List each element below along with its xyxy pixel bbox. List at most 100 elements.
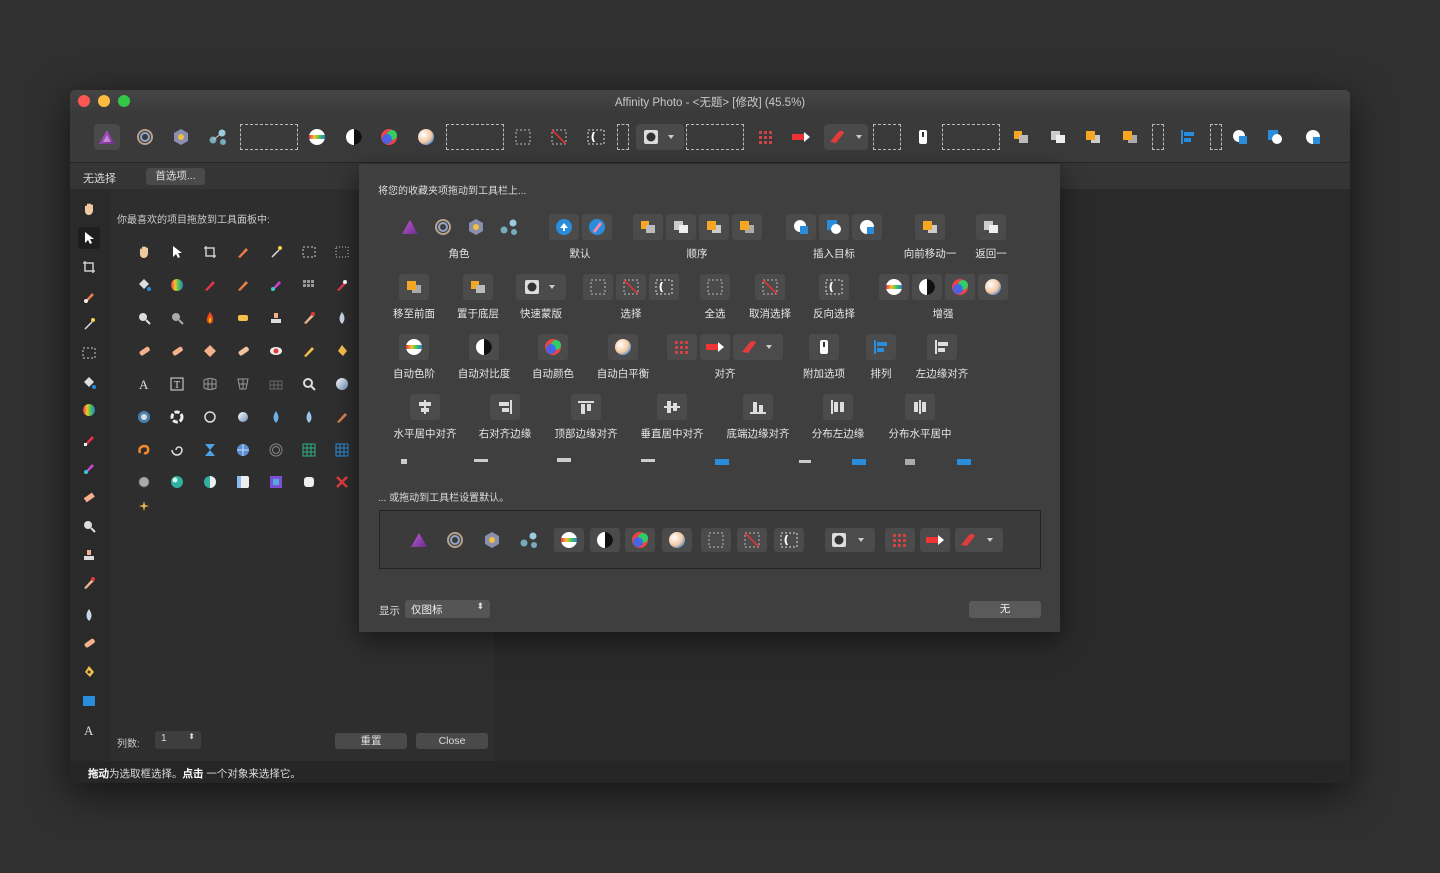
ring-icon[interactable] bbox=[199, 406, 221, 428]
swirl-icon[interactable] bbox=[133, 439, 155, 461]
insert-behind-icon[interactable] bbox=[1227, 124, 1253, 150]
gradient-icon[interactable] bbox=[166, 274, 188, 296]
rectangle-tool-icon[interactable] bbox=[78, 690, 100, 712]
persona-export-icon[interactable] bbox=[514, 528, 544, 552]
close-panel-button[interactable]: Close bbox=[416, 733, 488, 749]
sphere-alt-icon[interactable] bbox=[199, 471, 221, 493]
auto-contrast-icon[interactable] bbox=[341, 124, 367, 150]
quick-mask-button[interactable] bbox=[825, 528, 875, 552]
colour-brush-icon[interactable] bbox=[265, 274, 287, 296]
move-to-front-icon[interactable] bbox=[1117, 124, 1143, 150]
healing-brush-icon[interactable] bbox=[78, 632, 100, 654]
persona-photo-icon[interactable] bbox=[94, 124, 120, 150]
magic-wand-icon[interactable] bbox=[78, 313, 100, 335]
selection-brush-icon[interactable] bbox=[78, 286, 100, 308]
artistic-text-icon[interactable]: A bbox=[133, 373, 155, 395]
grid-icon[interactable] bbox=[298, 439, 320, 461]
align-grid-icon[interactable] bbox=[753, 124, 779, 150]
inpainting-icon[interactable] bbox=[232, 340, 254, 362]
toolbar-item[interactable]: 左边缘对齐 bbox=[842, 334, 1042, 381]
pinch-icon[interactable] bbox=[199, 439, 221, 461]
smudge-tool-icon[interactable] bbox=[78, 572, 100, 594]
move-tool-icon[interactable] bbox=[78, 227, 100, 249]
invert-selection-icon[interactable] bbox=[774, 528, 804, 552]
rings-icon[interactable] bbox=[265, 439, 287, 461]
crop-tool-icon[interactable] bbox=[78, 256, 100, 278]
twirl-icon[interactable] bbox=[166, 439, 188, 461]
healing-brush-icon[interactable] bbox=[133, 340, 155, 362]
ellipse-marquee-icon[interactable] bbox=[331, 241, 353, 263]
crop-icon[interactable] bbox=[199, 241, 221, 263]
move-to-back-icon[interactable] bbox=[1008, 124, 1034, 150]
rounded-icon[interactable] bbox=[298, 471, 320, 493]
persona-photo-icon[interactable] bbox=[404, 528, 434, 552]
snap-icon[interactable] bbox=[788, 124, 814, 150]
dodge-icon[interactable] bbox=[133, 307, 155, 329]
reset-button[interactable]: 重置 bbox=[335, 733, 407, 749]
frame-icon[interactable] bbox=[265, 471, 287, 493]
sparkle-brush-icon[interactable] bbox=[133, 495, 155, 517]
red-eye-icon[interactable] bbox=[265, 340, 287, 362]
drop-outline-icon[interactable] bbox=[298, 406, 320, 428]
auto-levels-icon[interactable] bbox=[304, 124, 330, 150]
persona-liquify-icon[interactable] bbox=[132, 124, 158, 150]
mesh-grid-icon[interactable] bbox=[265, 373, 287, 395]
snapping-options-button[interactable] bbox=[824, 124, 868, 150]
auto-colour-icon[interactable] bbox=[376, 124, 402, 150]
auto-colour-icon[interactable] bbox=[625, 528, 655, 552]
select-all-icon[interactable] bbox=[510, 124, 536, 150]
perspective-icon[interactable] bbox=[232, 373, 254, 395]
snapping-options-button[interactable] bbox=[955, 528, 1003, 552]
square-icon[interactable] bbox=[232, 471, 254, 493]
none-button[interactable]: 无 bbox=[969, 601, 1041, 618]
align-left-icon[interactable] bbox=[1175, 124, 1201, 150]
insert-inside-icon[interactable] bbox=[1262, 124, 1288, 150]
more-options-icon[interactable] bbox=[910, 124, 936, 150]
auto-levels-icon[interactable] bbox=[554, 528, 584, 552]
flood-fill-icon[interactable] bbox=[78, 372, 100, 394]
auto-white-balance-icon[interactable] bbox=[662, 528, 692, 552]
healing-brush-icon[interactable] bbox=[166, 340, 188, 362]
rect-marquee-icon[interactable] bbox=[298, 241, 320, 263]
marquee-tool-icon[interactable] bbox=[78, 342, 100, 364]
globe-icon[interactable] bbox=[232, 439, 254, 461]
insert-top-icon[interactable] bbox=[1300, 124, 1326, 150]
drop-icon[interactable] bbox=[265, 406, 287, 428]
persona-develop-icon[interactable] bbox=[168, 124, 194, 150]
clone-icon[interactable] bbox=[265, 307, 287, 329]
blob-icon[interactable] bbox=[232, 406, 254, 428]
toolbar-item[interactable]: 分布水平居中 bbox=[820, 394, 1020, 441]
hand-tool-icon[interactable] bbox=[78, 198, 100, 220]
toolbar-item[interactable]: 增强 bbox=[843, 274, 1043, 321]
columns-stepper[interactable]: 1 ⬍ bbox=[155, 731, 201, 749]
sphere-icon[interactable] bbox=[166, 471, 188, 493]
deselect-icon[interactable] bbox=[546, 124, 572, 150]
magic-wand-icon[interactable] bbox=[265, 241, 287, 263]
flood-fill-icon[interactable] bbox=[133, 274, 155, 296]
dodge-tool-icon[interactable] bbox=[78, 515, 100, 537]
erase-brush-icon[interactable] bbox=[78, 486, 100, 508]
persona-develop-icon[interactable] bbox=[477, 528, 507, 552]
persona-liquify-icon[interactable] bbox=[440, 528, 470, 552]
move-icon[interactable] bbox=[166, 241, 188, 263]
text-tool-icon[interactable]: A bbox=[78, 719, 100, 741]
auto-contrast-icon[interactable] bbox=[590, 528, 620, 552]
toolbar-item[interactable]: 返回一 bbox=[891, 214, 1091, 261]
pixel-brush-icon[interactable] bbox=[232, 274, 254, 296]
gradient-tool-icon[interactable] bbox=[78, 399, 100, 421]
selection-brush-icon[interactable] bbox=[232, 241, 254, 263]
burn-icon[interactable] bbox=[166, 307, 188, 329]
mesh-warp-icon[interactable] bbox=[199, 373, 221, 395]
persona-export-icon[interactable] bbox=[205, 124, 231, 150]
select-all-icon[interactable] bbox=[701, 528, 731, 552]
view-icon[interactable] bbox=[133, 406, 155, 428]
clone-tool-icon[interactable] bbox=[78, 544, 100, 566]
patch-icon[interactable] bbox=[199, 340, 221, 362]
deselect-icon[interactable] bbox=[737, 528, 767, 552]
invert-selection-icon[interactable] bbox=[583, 124, 609, 150]
hand-icon[interactable] bbox=[133, 241, 155, 263]
paint-brush-icon[interactable] bbox=[199, 274, 221, 296]
preferences-button[interactable]: 首选项... bbox=[146, 168, 205, 185]
crossed-icon[interactable] bbox=[331, 471, 353, 493]
stepper-arrows-icon[interactable]: ⬍ bbox=[188, 732, 195, 741]
